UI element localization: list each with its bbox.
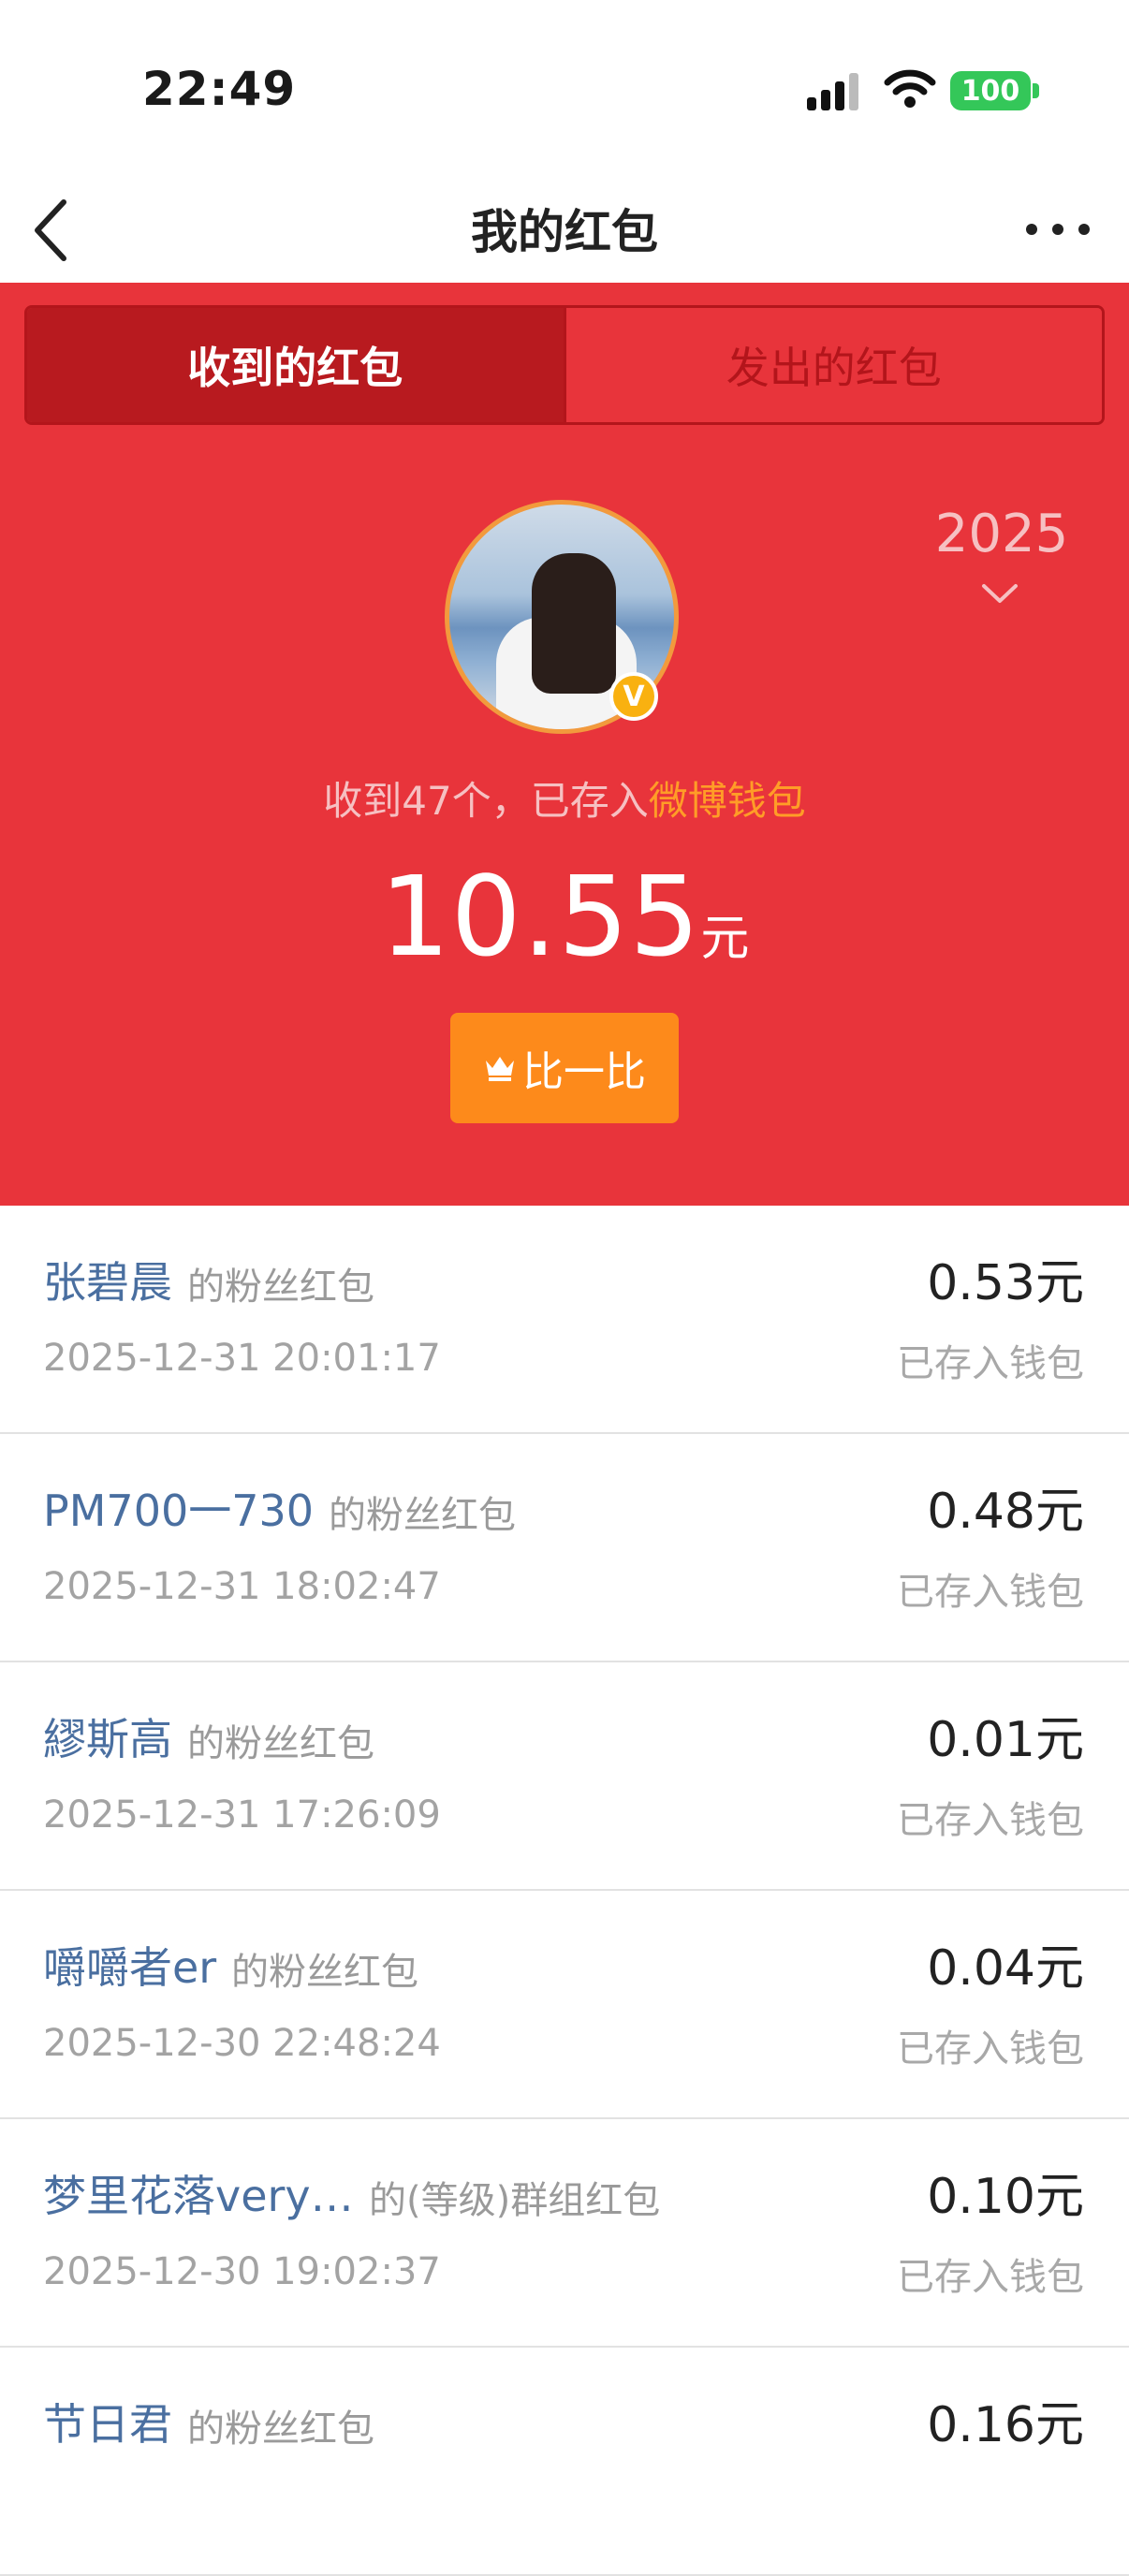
crown-icon xyxy=(486,1057,514,1081)
battery-indicator: 100 xyxy=(950,71,1031,110)
received-time: 2025-12-31 18:02:47 xyxy=(43,1565,441,1608)
total-amount-value: 10.55 xyxy=(379,852,701,981)
received-time: 2025-12-31 20:01:17 xyxy=(43,1337,441,1380)
envelope-type: 的粉丝红包 xyxy=(187,2408,374,2451)
total-amount-unit: 元 xyxy=(700,911,750,967)
list-item[interactable]: 节日君 的粉丝红包 0.16元 xyxy=(0,2348,1129,2576)
page-title: 我的红包 xyxy=(471,205,658,259)
sender-name[interactable]: 繆斯高 xyxy=(43,1705,172,1767)
verified-badge-icon: V xyxy=(609,672,658,721)
envelope-amount: 0.04元 xyxy=(927,1940,1084,1997)
received-time: 2025-12-31 17:26:09 xyxy=(43,1793,441,1837)
deposit-status: 已存入钱包 xyxy=(897,1342,1084,1385)
list-item[interactable]: 嚼嚼者er 的粉丝红包 2025-12-30 22:48:24 0.04元已存入钱包 xyxy=(0,1891,1129,2119)
status-bar: 22:49 100 xyxy=(0,0,1129,178)
deposit-status: 已存入钱包 xyxy=(897,1799,1084,1842)
compare-button-label: 比一比 xyxy=(522,1048,646,1096)
battery-cap xyxy=(1033,83,1039,98)
summary-text: 收到47个，已存入 xyxy=(323,778,649,824)
list-item[interactable]: 繆斯高 的粉丝红包 2025-12-31 17:26:09 0.01元已存入钱包 xyxy=(0,1662,1129,1891)
envelope-type: 的粉丝红包 xyxy=(187,1266,374,1309)
sender-name[interactable]: 张碧晨 xyxy=(43,1249,172,1310)
list-item[interactable]: 张碧晨 的粉丝红包 2025-12-31 20:01:17 0.53元已存入钱包 xyxy=(0,1206,1129,1434)
envelope-amount: 0.16元 xyxy=(927,2397,1084,2453)
nav-bar: 我的红包 xyxy=(0,178,1129,283)
envelope-type: 的粉丝红包 xyxy=(231,1951,418,1994)
envelope-tabs: 收到的红包 发出的红包 xyxy=(24,305,1105,425)
total-amount: 10.55元 xyxy=(0,852,1129,981)
list-item[interactable]: PM700一730 的粉丝红包 2025-12-31 18:02:47 0.48元已存… xyxy=(0,1434,1129,1662)
more-options-icon[interactable] xyxy=(1020,215,1095,243)
deposit-status: 已存入钱包 xyxy=(897,1571,1084,1614)
envelope-list: 张碧晨 的粉丝红包 2025-12-31 20:01:17 0.53元 已存入钱包 PM7… xyxy=(0,1206,1129,2576)
sender-name[interactable]: 节日君 xyxy=(43,2391,172,2452)
list-item[interactable]: 梦里花落very… 的(等级)群组红包 2025-12-30 19:02:37 0.1… xyxy=(0,2119,1129,2348)
envelope-amount: 0.48元 xyxy=(927,1484,1084,1540)
envelope-amount: 0.01元 xyxy=(927,1712,1084,1768)
wallet-link[interactable]: 微博钱包 xyxy=(649,778,806,824)
cellular-signal-icon xyxy=(807,73,858,110)
sender-name[interactable]: 梦里花落very… xyxy=(43,2162,354,2224)
tab-received[interactable]: 收到的红包 xyxy=(27,308,564,422)
user-avatar-wrapper: V xyxy=(445,500,684,739)
envelope-type: 的粉丝红包 xyxy=(329,1494,516,1537)
envelope-amount: 0.10元 xyxy=(927,2169,1084,2225)
deposit-status: 已存入钱包 xyxy=(897,2256,1084,2299)
year-selector[interactable]: 2025 xyxy=(927,504,1077,564)
chevron-down-icon[interactable] xyxy=(980,582,1019,605)
received-time: 2025-12-30 19:02:37 xyxy=(43,2250,441,2293)
sender-name[interactable]: PM700一730 xyxy=(43,1477,314,1539)
wifi-icon xyxy=(884,69,936,108)
received-time: 2025-12-30 22:48:24 xyxy=(43,2022,441,2065)
received-summary: 收到47个，已存入微博钱包 xyxy=(0,769,1129,827)
envelope-amount: 0.53元 xyxy=(927,1255,1084,1311)
compare-button[interactable]: 比一比 xyxy=(450,1013,679,1123)
tab-sent[interactable]: 发出的红包 xyxy=(563,308,1102,422)
sender-name[interactable]: 嚼嚼者er xyxy=(43,1934,216,1996)
envelope-type: 的(等级)群组红包 xyxy=(369,2179,661,2222)
envelope-type: 的粉丝红包 xyxy=(187,1722,374,1765)
deposit-status: 已存入钱包 xyxy=(897,2027,1084,2071)
status-time: 22:49 xyxy=(142,62,297,116)
